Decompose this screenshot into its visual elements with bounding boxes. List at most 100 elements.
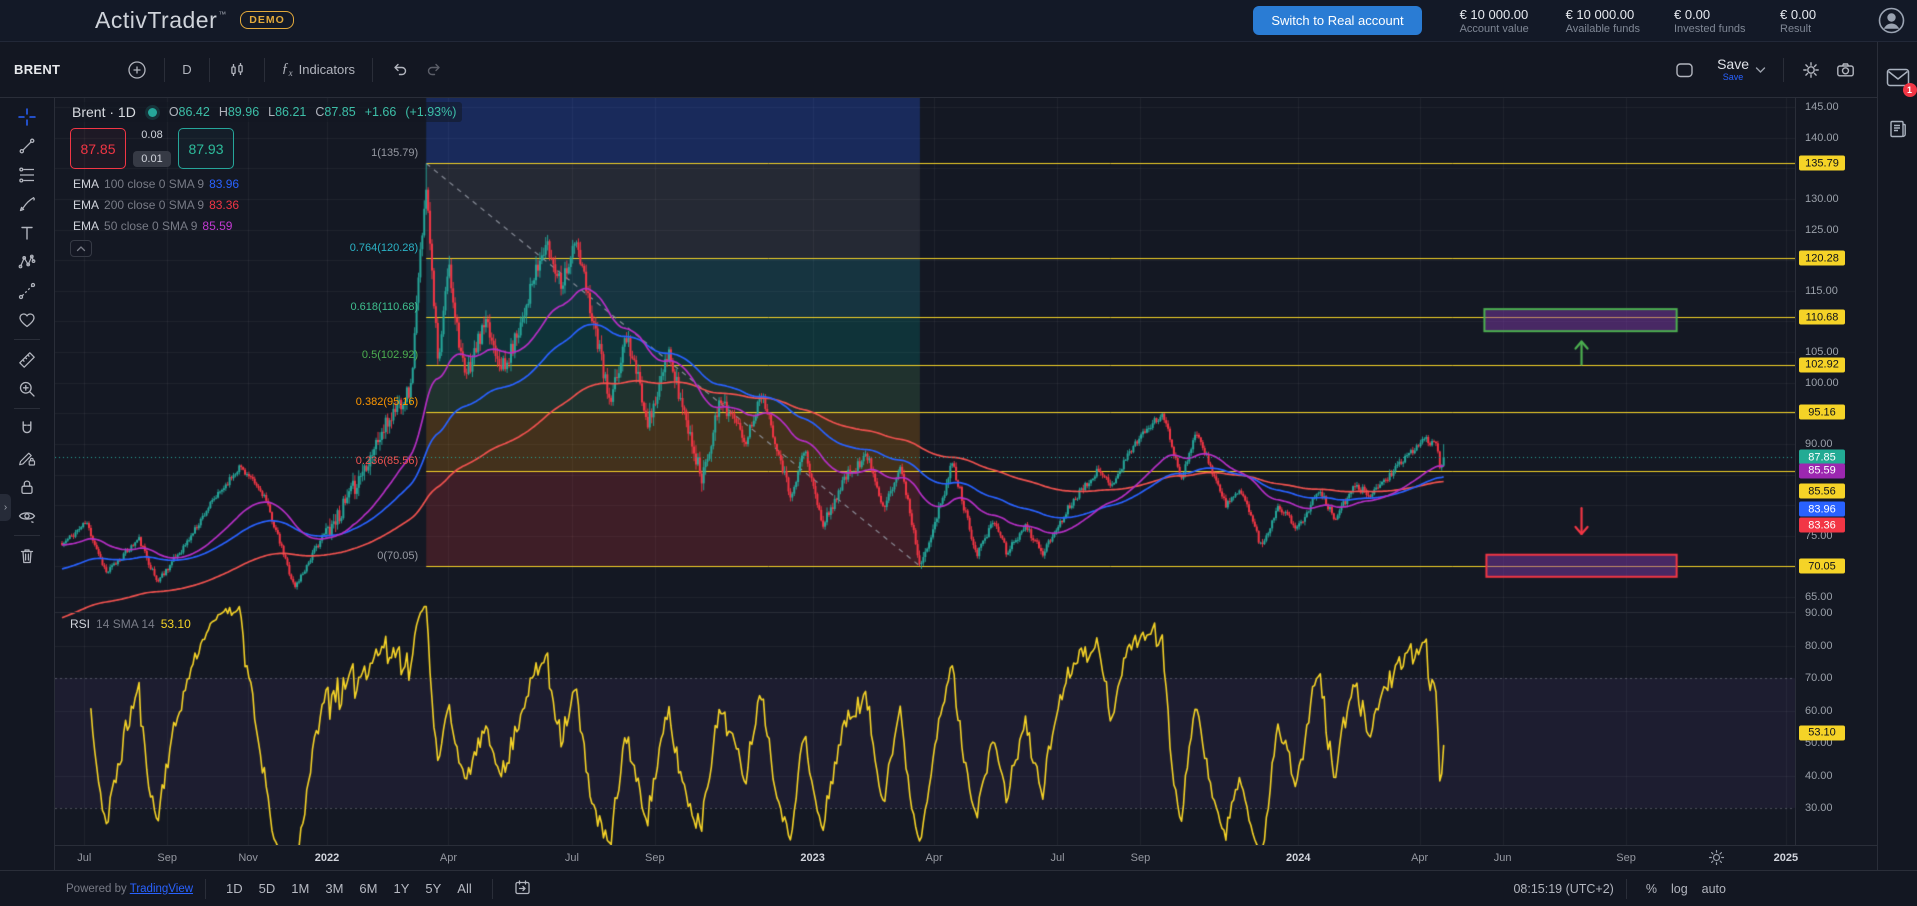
switch-to-real-button[interactable]: Switch to Real account bbox=[1253, 6, 1421, 35]
market-open-dot-icon bbox=[148, 108, 157, 117]
theme-sun-button[interactable] bbox=[1708, 849, 1725, 871]
tool-lock-all[interactable] bbox=[9, 472, 45, 501]
timeframe-3M[interactable]: 3M bbox=[317, 877, 351, 900]
save-layout-button[interactable]: Save Save bbox=[1710, 52, 1773, 87]
chevron-down-icon bbox=[1755, 66, 1766, 74]
legend-collapse-button[interactable] bbox=[70, 240, 92, 257]
time-label: 2023 bbox=[800, 852, 824, 864]
time-label: Apr bbox=[926, 852, 943, 864]
layout-select-button[interactable] bbox=[1667, 55, 1702, 85]
sell-bid-button[interactable]: 87.85 bbox=[70, 128, 126, 169]
chart-legend: Brent · 1D O86.42 H89.96 L86.21 C87.85 +… bbox=[70, 102, 462, 257]
chart-type-button[interactable] bbox=[220, 55, 254, 85]
fib-level-label: 0(70.05) bbox=[377, 550, 418, 562]
timeframe-1M[interactable]: 1M bbox=[283, 877, 317, 900]
snapshot-button[interactable] bbox=[1828, 55, 1863, 85]
timeframe-1Y[interactable]: 1Y bbox=[385, 877, 417, 900]
timeframe-1D[interactable]: 1D bbox=[218, 877, 251, 900]
tool-measure[interactable] bbox=[9, 345, 45, 374]
price-axis[interactable]: 145.00140.00130.00125.00115.00105.00100.… bbox=[1795, 98, 1877, 845]
rsi-legend[interactable]: RSI 14 SMA 14 53.10 bbox=[70, 617, 191, 631]
goto-date-button[interactable] bbox=[505, 874, 540, 904]
save-label: Save bbox=[1717, 57, 1749, 71]
tool-remove-drawings[interactable] bbox=[9, 541, 45, 570]
rsi-name: RSI bbox=[70, 617, 90, 631]
logo: ActivTrader ™ DEMO bbox=[95, 7, 294, 34]
tool-magnet[interactable] bbox=[9, 414, 45, 443]
rsi-tick: 80.00 bbox=[1805, 640, 1833, 652]
timeframe-All[interactable]: All bbox=[449, 877, 479, 900]
indicator-row-ema200[interactable]: EMA 200 close 0 SMA 9 83.36 bbox=[70, 197, 242, 213]
toolbar-right: Save Save bbox=[1667, 52, 1863, 87]
watchlist-expander[interactable]: › bbox=[0, 494, 11, 521]
percent-scale-button[interactable]: % bbox=[1639, 878, 1664, 900]
log-scale-button[interactable]: log bbox=[1664, 878, 1695, 900]
price-tick: 140.00 bbox=[1805, 132, 1839, 144]
rsi-tick: 30.00 bbox=[1805, 802, 1833, 814]
price-badge: 95.16 bbox=[1799, 405, 1845, 420]
tool-fib-retracement[interactable] bbox=[9, 160, 45, 189]
chart-settings-button[interactable] bbox=[1794, 55, 1828, 85]
tool-crosshair[interactable] bbox=[9, 102, 45, 131]
ruler-icon bbox=[17, 350, 37, 370]
redo-button[interactable] bbox=[417, 55, 451, 85]
timeframe-6M[interactable]: 6M bbox=[351, 877, 385, 900]
time-label: Jul bbox=[1050, 852, 1064, 864]
time-label: 2024 bbox=[1286, 852, 1310, 864]
undo-icon bbox=[390, 60, 410, 80]
tool-text[interactable] bbox=[9, 218, 45, 247]
logo-text: ActivTrader bbox=[95, 7, 217, 34]
time-axis[interactable]: JulSepNov2022AprJulSep2023AprJulSep2024A… bbox=[55, 845, 1877, 870]
buy-ask-button[interactable]: 87.93 bbox=[178, 128, 234, 169]
timeframe-5D[interactable]: 5D bbox=[251, 877, 284, 900]
time-label: Apr bbox=[1411, 852, 1428, 864]
tool-drawing-lock-mode[interactable] bbox=[9, 443, 45, 472]
save-sync-label: Save bbox=[1723, 73, 1744, 82]
price-badge: 120.28 bbox=[1799, 251, 1845, 266]
account-stats: € 10 000.00 Account value € 10 000.00 Av… bbox=[1460, 7, 1852, 35]
undo-button[interactable] bbox=[383, 55, 417, 85]
tool-hide-drawings[interactable] bbox=[9, 501, 45, 530]
tool-forecast[interactable] bbox=[9, 276, 45, 305]
price-tick: 125.00 bbox=[1805, 224, 1839, 236]
tool-trend-line[interactable] bbox=[9, 131, 45, 160]
tool-zoom-in[interactable] bbox=[9, 374, 45, 403]
spread-value: 0.08 bbox=[141, 129, 162, 141]
rsi-params: 14 SMA 14 bbox=[96, 617, 155, 631]
stat-result: € 0.00 Result bbox=[1780, 7, 1852, 35]
indicator-value: 85.59 bbox=[202, 219, 232, 233]
notifications-button[interactable]: 1 bbox=[1886, 68, 1910, 92]
interval-button[interactable]: D bbox=[175, 57, 198, 82]
demo-badge: DEMO bbox=[240, 11, 294, 29]
timeframe-5Y[interactable]: 5Y bbox=[417, 877, 449, 900]
price-tick: 105.00 bbox=[1805, 346, 1839, 358]
tool-xabcd-pattern[interactable] bbox=[9, 247, 45, 276]
user-avatar[interactable] bbox=[1878, 7, 1905, 34]
news-button[interactable] bbox=[1887, 118, 1909, 145]
tool-emoji[interactable] bbox=[9, 305, 45, 334]
change-percent: (+1.93%) bbox=[405, 105, 456, 119]
symbol-interval-label[interactable]: Brent · 1D bbox=[72, 104, 136, 120]
compare-add-symbol-button[interactable] bbox=[120, 55, 154, 85]
price-badge: 135.79 bbox=[1799, 156, 1845, 171]
auto-scale-button[interactable]: auto bbox=[1695, 878, 1733, 900]
indicator-row-ema50[interactable]: EMA 50 close 0 SMA 9 85.59 bbox=[70, 218, 235, 234]
tool-brush[interactable] bbox=[9, 189, 45, 218]
time-label: Nov bbox=[238, 852, 258, 864]
symbol-label[interactable]: BRENT bbox=[14, 62, 60, 77]
tradingview-link[interactable]: TradingView bbox=[130, 883, 193, 895]
indicator-value: 83.96 bbox=[209, 177, 239, 191]
divider bbox=[492, 879, 493, 899]
chevron-up-icon bbox=[76, 245, 86, 252]
chart-toolbar: BRENT D ƒx Indicators Save bbox=[0, 42, 1877, 98]
legend-main-row: Brent · 1D O86.42 H89.96 L86.21 C87.85 +… bbox=[70, 102, 462, 122]
price-badge: 87.85 bbox=[1799, 450, 1845, 465]
powered-by-label: Powered by TradingView bbox=[66, 883, 193, 895]
price-badge: 53.10 bbox=[1799, 725, 1845, 740]
chart-region[interactable]: 1(135.79)0.764(120.28)0.618(110.68)0.5(1… bbox=[55, 98, 1795, 845]
price-tick: 65.00 bbox=[1805, 591, 1833, 603]
session-clock[interactable]: 08:15:19 (UTC+2) bbox=[1513, 882, 1613, 896]
indicator-row-ema100[interactable]: EMA 100 close 0 SMA 9 83.96 bbox=[70, 176, 242, 192]
indicators-button[interactable]: ƒx Indicators bbox=[275, 56, 362, 83]
right-panel-strip: 1 bbox=[1877, 42, 1917, 870]
